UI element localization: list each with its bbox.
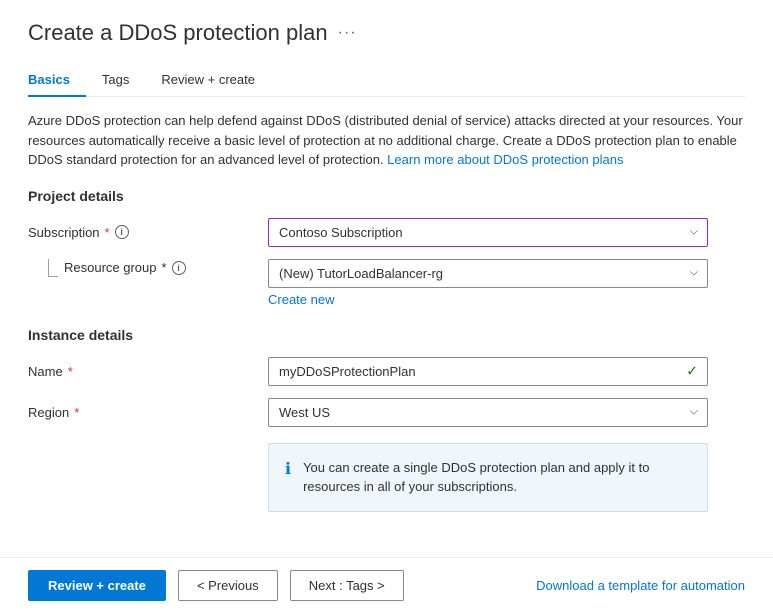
info-box: ℹ You can create a single DDoS protectio…: [268, 443, 708, 512]
page-container: Create a DDoS protection plan ··· Basics…: [0, 0, 773, 613]
info-box-text: You can create a single DDoS protection …: [303, 458, 691, 497]
resource-group-label-area: Resource group * i: [64, 260, 186, 275]
download-template-link[interactable]: Download a template for automation: [536, 578, 745, 593]
description-text: Azure DDoS protection can help defend ag…: [28, 111, 745, 170]
page-title-row: Create a DDoS protection plan ···: [28, 20, 745, 46]
resource-group-required: *: [162, 260, 167, 275]
resource-group-select-wrapper: (New) TutorLoadBalancer-rg ⌵: [268, 259, 708, 288]
subscription-info-icon[interactable]: i: [115, 225, 129, 239]
subscription-row: Subscription * i Contoso Subscription ⌵: [28, 218, 745, 247]
resource-group-label-wrapper: Resource group * i: [28, 259, 268, 277]
tab-review-create[interactable]: Review + create: [145, 64, 271, 97]
instance-details-section: Instance details Name * ✓ Region *: [28, 327, 745, 512]
region-required: *: [74, 405, 79, 420]
region-select-wrapper: West US ⌵: [268, 398, 708, 427]
name-row: Name * ✓: [28, 357, 745, 386]
project-details-section: Project details Subscription * i Contoso…: [28, 188, 745, 307]
resource-group-info-icon[interactable]: i: [172, 261, 186, 275]
instance-details-title: Instance details: [28, 327, 745, 343]
review-create-button[interactable]: Review + create: [28, 570, 166, 601]
name-required: *: [68, 364, 73, 379]
tabs-row: Basics Tags Review + create: [28, 64, 745, 97]
name-valid-icon: ✓: [686, 363, 698, 380]
previous-button[interactable]: < Previous: [178, 570, 278, 601]
subscription-select-wrapper: Contoso Subscription ⌵: [268, 218, 708, 247]
main-content: Create a DDoS protection plan ··· Basics…: [0, 0, 773, 557]
project-details-title: Project details: [28, 188, 745, 204]
region-row: Region * West US ⌵: [28, 398, 745, 427]
resource-group-row: Resource group * i (New) TutorLoadBalanc…: [28, 259, 745, 307]
name-field-wrapper: ✓: [268, 357, 708, 386]
page-title: Create a DDoS protection plan: [28, 20, 328, 46]
subscription-select[interactable]: Contoso Subscription: [268, 218, 708, 247]
name-label: Name *: [28, 364, 268, 379]
next-button[interactable]: Next : Tags >: [290, 570, 404, 601]
indent-connector: [48, 259, 58, 277]
tab-basics[interactable]: Basics: [28, 64, 86, 97]
resource-group-field-wrapper: (New) TutorLoadBalancer-rg ⌵ Create new: [268, 259, 708, 307]
footer: Review + create < Previous Next : Tags >…: [0, 557, 773, 613]
create-new-link[interactable]: Create new: [268, 292, 334, 307]
info-box-icon: ℹ: [285, 459, 291, 479]
resource-group-select[interactable]: (New) TutorLoadBalancer-rg: [268, 259, 708, 288]
region-label: Region *: [28, 405, 268, 420]
more-options-icon[interactable]: ···: [338, 24, 357, 42]
tab-tags[interactable]: Tags: [86, 64, 145, 97]
region-select[interactable]: West US: [268, 398, 708, 427]
subscription-label: Subscription * i: [28, 225, 268, 240]
resource-group-indent: Resource group * i: [38, 259, 186, 277]
name-input[interactable]: [268, 357, 708, 386]
learn-more-link[interactable]: Learn more about DDoS protection plans: [387, 152, 623, 167]
subscription-required: *: [105, 225, 110, 240]
